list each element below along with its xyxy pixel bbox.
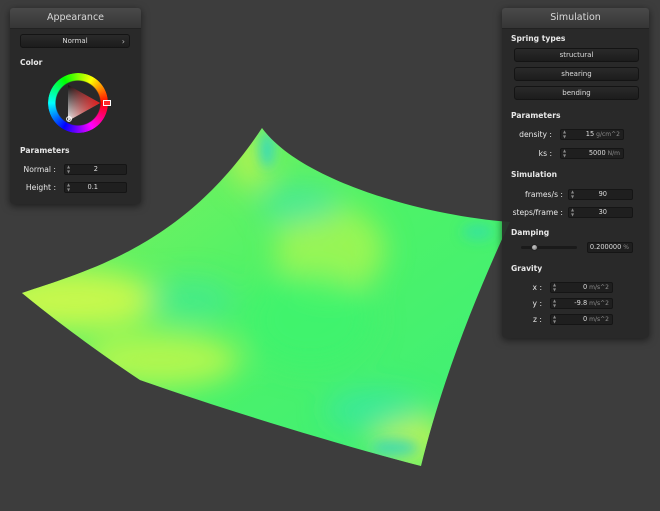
gravity-x-input[interactable]: ▲ ▼ 0 m/s^2 — [550, 282, 613, 293]
appearance-panel: Appearance Normal › Color Parameters Nor… — [10, 8, 141, 204]
density-value: 15 — [585, 130, 595, 138]
color-label: Color — [20, 58, 43, 67]
damping-slider[interactable] — [521, 242, 577, 252]
spinner-arrows-icon[interactable]: ▲ ▼ — [571, 207, 577, 217]
ks-unit: N/m — [607, 150, 620, 157]
density-label: density : — [519, 130, 552, 139]
gravity-y-value: -9.8 — [574, 299, 588, 307]
damping-label: Damping — [511, 228, 550, 237]
damping-unit: % — [623, 244, 629, 251]
gravity-x-value: 0 — [582, 283, 588, 291]
gravity-x-label: x : — [532, 283, 542, 292]
density-input[interactable]: ▲ ▼ 15 g/cm^2 — [560, 129, 624, 140]
ks-label: ks : — [538, 149, 552, 158]
steps-per-frame-input[interactable]: ▲ ▼ 30 — [568, 207, 633, 218]
gravity-z-label: z : — [533, 315, 542, 324]
gravity-y-unit: m/s^2 — [589, 300, 609, 307]
bending-button[interactable]: bending — [514, 86, 639, 100]
frames-per-second-input[interactable]: ▲ ▼ 90 — [568, 189, 633, 200]
shader-select[interactable]: Normal › — [20, 34, 130, 48]
shader-select-value: Normal — [62, 37, 88, 45]
simulation-section-label: Simulation — [511, 170, 557, 179]
spinner-arrows-icon[interactable]: ▲ ▼ — [553, 282, 559, 292]
spinner-arrows-icon[interactable]: ▲ ▼ — [563, 148, 569, 158]
simulation-panel: Simulation Spring types structural shear… — [502, 8, 649, 338]
spinner-arrows-icon[interactable]: ▲ ▼ — [553, 314, 559, 324]
gravity-z-unit: m/s^2 — [589, 316, 609, 323]
frames-per-second-label: frames/s : — [525, 190, 563, 199]
hue-selector-marker[interactable] — [103, 100, 111, 106]
appearance-title[interactable]: Appearance — [10, 8, 141, 29]
appearance-parameters-label: Parameters — [20, 146, 70, 155]
height-label: Height : — [25, 183, 56, 192]
frames-per-second-value: 90 — [598, 190, 607, 198]
damping-input[interactable]: 0.200000% — [587, 242, 633, 253]
spinner-arrows-icon[interactable]: ▲ ▼ — [553, 298, 559, 308]
damping-value: 0.200000 — [589, 243, 622, 251]
gravity-z-input[interactable]: ▲ ▼ 0 m/s^2 — [550, 314, 613, 325]
gravity-z-value: 0 — [582, 315, 588, 323]
gravity-y-input[interactable]: ▲ ▼ -9.8 m/s^2 — [550, 298, 613, 309]
steps-per-frame-label: steps/frame : — [512, 208, 563, 217]
normal-label: Normal : — [23, 165, 56, 174]
chevron-right-icon: › — [121, 37, 125, 46]
normal-input[interactable]: ▲ ▼ 2 — [64, 164, 127, 175]
normal-value: 2 — [93, 165, 98, 173]
simulation-title[interactable]: Simulation — [502, 8, 649, 29]
steps-per-frame-value: 30 — [598, 208, 607, 216]
color-wheel[interactable] — [48, 73, 111, 133]
color-triangle[interactable] — [48, 73, 108, 133]
gravity-label: Gravity — [511, 264, 543, 273]
height-input[interactable]: ▲ ▼ 0.1 — [64, 182, 127, 193]
sim-parameters-label: Parameters — [511, 111, 561, 120]
gravity-y-label: y : — [532, 299, 542, 308]
spinner-arrows-icon[interactable]: ▲ ▼ — [563, 129, 569, 139]
shearing-button[interactable]: shearing — [514, 67, 639, 81]
ks-value: 5000 — [588, 149, 606, 157]
gravity-x-unit: m/s^2 — [589, 284, 609, 291]
spinner-arrows-icon[interactable]: ▲ ▼ — [67, 182, 73, 192]
height-value: 0.1 — [87, 183, 99, 191]
structural-button[interactable]: structural — [514, 48, 639, 62]
damping-slider-knob[interactable] — [531, 244, 538, 251]
spinner-arrows-icon[interactable]: ▲ ▼ — [67, 164, 73, 174]
density-unit: g/cm^2 — [596, 131, 620, 138]
spinner-arrows-icon[interactable]: ▲ ▼ — [571, 189, 577, 199]
spring-types-label: Spring types — [511, 34, 566, 43]
ks-input[interactable]: ▲ ▼ 5000 N/m — [560, 148, 624, 159]
damping-slider-track[interactable] — [521, 246, 577, 249]
